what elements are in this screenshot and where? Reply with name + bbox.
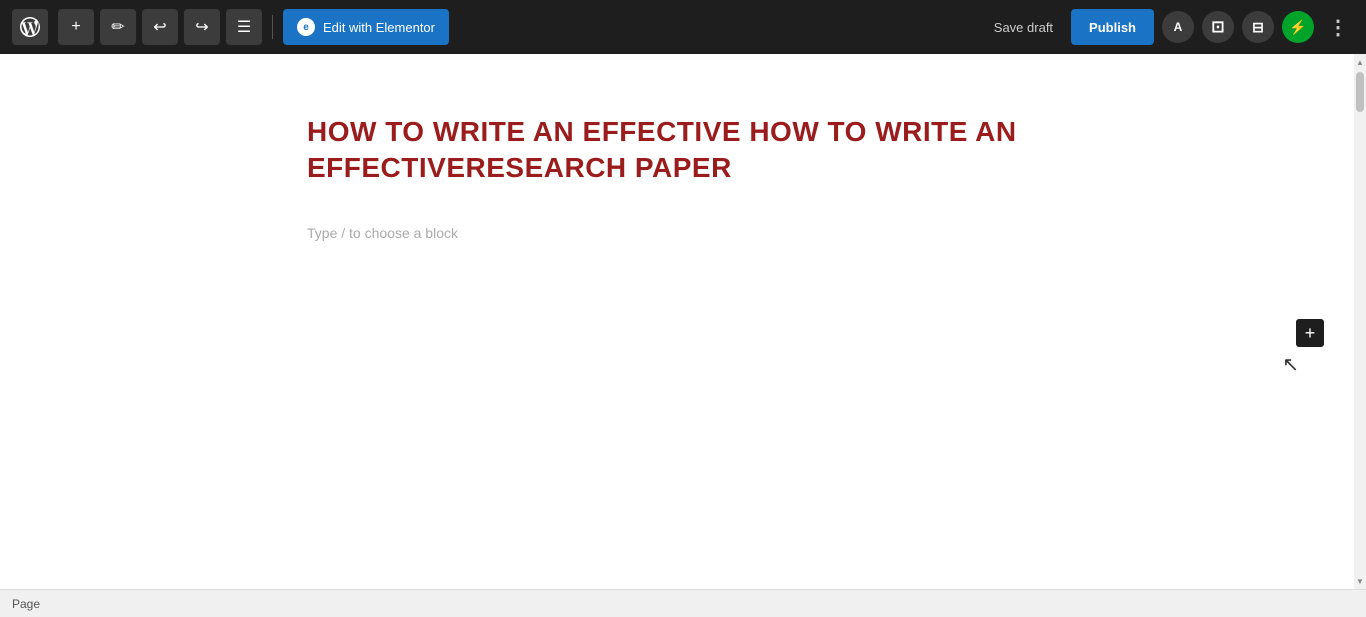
status-bar: Page — [0, 589, 1366, 617]
save-draft-button[interactable]: Save draft — [984, 14, 1063, 41]
editor-area[interactable]: HOW TO WRITE AN EFFECTIVE HOW TO WRITE A… — [0, 54, 1354, 589]
toolbar: + ✏ ↩ ↪ ☰ e Edit with Elementor Save dra… — [0, 0, 1366, 54]
scroll-up-arrow[interactable]: ▲ — [1354, 54, 1366, 70]
list-view-button[interactable]: ☰ — [226, 9, 262, 45]
autosave-icon-button[interactable]: A — [1162, 11, 1194, 43]
cursor-indicator: ↖ — [1282, 352, 1299, 377]
more-icon: ⋮ — [1328, 15, 1348, 40]
wordpress-icon — [20, 17, 40, 37]
pencil-icon: ✏ — [111, 17, 124, 37]
add-block-floating-button[interactable]: + — [1296, 319, 1324, 347]
scroll-down-arrow[interactable]: ▼ — [1354, 573, 1366, 589]
elementor-icon: e — [297, 18, 315, 36]
redo-icon: ↪ — [195, 17, 208, 37]
list-icon: ☰ — [237, 17, 251, 37]
undo-button[interactable]: ↩ — [142, 9, 178, 45]
separator — [272, 15, 273, 39]
jetpack-button[interactable]: ⚡ — [1282, 11, 1314, 43]
bolt-icon: ⚡ — [1289, 19, 1306, 36]
settings-panel-button[interactable]: ⊟ — [1242, 11, 1274, 43]
settings-icon: ⊟ — [1252, 19, 1264, 36]
scrollbar-thumb[interactable] — [1356, 72, 1364, 112]
preview-icon: ⊡ — [1211, 17, 1224, 37]
more-options-button[interactable]: ⋮ — [1322, 11, 1354, 43]
scrollbar-track: ▲ ▼ — [1354, 54, 1366, 589]
edit-elementor-label: Edit with Elementor — [323, 20, 435, 35]
plus-icon: + — [71, 18, 80, 36]
wp-logo-button[interactable] — [12, 9, 48, 45]
block-placeholder[interactable]: Type / to choose a block — [307, 217, 1047, 249]
tools-button[interactable]: ✏ — [100, 9, 136, 45]
redo-button[interactable]: ↪ — [184, 9, 220, 45]
post-title[interactable]: HOW TO WRITE AN EFFECTIVE HOW TO WRITE A… — [307, 114, 1047, 187]
editor-content: HOW TO WRITE AN EFFECTIVE HOW TO WRITE A… — [227, 54, 1127, 289]
edit-elementor-button[interactable]: e Edit with Elementor — [283, 9, 449, 45]
preview-button[interactable]: ⊡ — [1202, 11, 1234, 43]
page-label: Page — [12, 597, 40, 611]
a-icon: A — [1174, 20, 1183, 34]
add-block-button[interactable]: + — [58, 9, 94, 45]
undo-icon: ↩ — [153, 17, 166, 37]
content-wrapper: HOW TO WRITE AN EFFECTIVE HOW TO WRITE A… — [0, 54, 1366, 589]
publish-button[interactable]: Publish — [1071, 9, 1154, 45]
toolbar-right: Save draft Publish A ⊡ ⊟ ⚡ ⋮ — [984, 9, 1354, 45]
